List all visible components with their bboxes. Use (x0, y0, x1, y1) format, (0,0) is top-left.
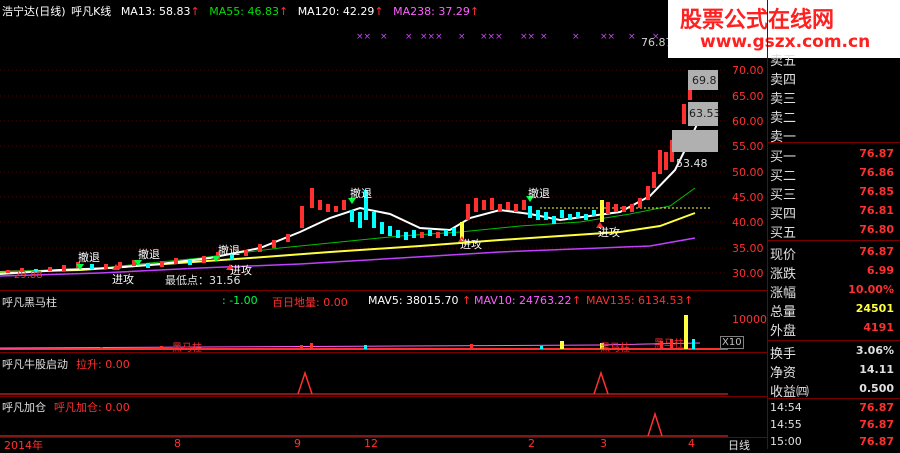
retreat-signal: 撤退 (218, 244, 240, 257)
left-price-label: 29.88 (14, 270, 43, 281)
stat-row: 净资 14.11 (768, 360, 900, 381)
sell-row[interactable]: 卖四 (768, 67, 900, 88)
price-axis-label: 35.00 (732, 242, 764, 255)
buy-price: 76.80 (859, 223, 894, 236)
volume-panel[interactable]: 呼凡黑马柱 : -1.00 百日地量: 0.00 MAV5: 38015.70 … (0, 291, 767, 354)
retreat-signal: 撤退 (350, 187, 372, 200)
stat-label: 收益㈣ (770, 385, 810, 400)
buy-row[interactable]: 买三 76.85 (768, 182, 900, 203)
quote-value: 6.99 (866, 264, 894, 277)
sell-row[interactable]: 卖一 (768, 124, 900, 145)
time-axis-tick: 9 (294, 437, 301, 450)
svg-text:××: ×× (356, 32, 371, 42)
price-axis-label: 30.00 (732, 267, 764, 280)
quote-value: 10.00% (848, 283, 894, 296)
quote-value: 24501 (855, 302, 894, 315)
tick-row: 14:55 76.87 (768, 417, 900, 433)
sell-row[interactable]: 卖三 (768, 86, 900, 107)
time-axis-tick: 4 (688, 437, 695, 450)
price-axis-label: 70.00 (732, 64, 764, 77)
time-axis-tick: 3 (600, 437, 607, 450)
svg-text:×: × (572, 32, 580, 42)
quote-row: 涨跌 6.99 (768, 261, 900, 282)
time-axis: 2014年 8 9 12 2 3 4 日线 (0, 437, 767, 452)
tick-price: 76.87 (859, 435, 894, 448)
tick-price: 76.87 (859, 401, 894, 414)
buy-price: 76.86 (859, 166, 894, 179)
watermark-title: 股票公式在线网 (680, 8, 835, 33)
indicator-panel-1[interactable]: 呼凡牛股启动 拉升: 0.00 (0, 353, 767, 396)
buy-row[interactable]: 买四 76.81 (768, 201, 900, 222)
time-axis-year: 2014年 (4, 439, 43, 452)
svg-text:×: × (458, 32, 466, 42)
svg-text:×: × (405, 32, 413, 42)
svg-text:××: ×× (600, 32, 615, 42)
time-axis-tick: 12 (364, 437, 378, 450)
svg-text:×××: ××× (480, 32, 503, 42)
retreat-signal: 撤退 (78, 251, 100, 264)
tick-time: 15:00 (770, 435, 802, 448)
svg-text:×: × (628, 32, 636, 42)
main-chart-panel[interactable]: 浩宁达(日线) 呼凡K线 MA13: 58.83↑ MA55: 46.83↑ M… (0, 0, 767, 290)
stat-value: 14.11 (859, 363, 894, 376)
svg-text:×: × (380, 32, 388, 42)
price-tag-53-48: 53.48 (676, 157, 708, 170)
price-axis-label: 45.00 (732, 191, 764, 204)
period-label[interactable]: 日线 (728, 437, 750, 453)
sell-row[interactable]: 卖二 (768, 105, 900, 126)
indicator-1-svg (0, 370, 728, 395)
tick-row: 14:54 76.87 (768, 400, 900, 416)
retreat-signal: 撤退 (138, 248, 160, 261)
buy-label: 买五 (770, 226, 797, 241)
tick-price: 76.87 (859, 418, 894, 431)
indicator-2-svg (0, 411, 728, 437)
attack-signal: 进攻 (230, 264, 252, 277)
quote-value: 76.87 (859, 245, 894, 258)
price-axis-label: 65.00 (732, 90, 764, 103)
volume-axis-label: 10000 (732, 313, 767, 326)
buy-price: 76.85 (859, 185, 894, 198)
price-tag-63-53: 63.53 (689, 107, 721, 120)
quote-row: 现价 76.87 (768, 242, 900, 263)
buy-price: 76.87 (859, 147, 894, 160)
heima-label: 黑马柱 (600, 343, 630, 354)
buy-row[interactable]: 买一 76.87 (768, 144, 900, 165)
price-axis-label: 40.00 (732, 216, 764, 229)
stat-value: 3.06% (855, 344, 894, 357)
tick-time: 14:54 (770, 401, 802, 414)
quote-row: 外盘 4191 (768, 318, 900, 339)
svg-text:××: ×× (520, 32, 535, 42)
price-axis-label: 50.00 (732, 166, 764, 179)
attack-signal: 进攻 (460, 238, 482, 251)
price-axis-label: 55.00 (732, 140, 764, 153)
sell-label: 卖一 (770, 130, 797, 145)
sell-row[interactable]: 卖五 (768, 48, 900, 69)
time-axis-tick: 2 (528, 437, 535, 450)
buy-row[interactable]: 买五 76.80 (768, 220, 900, 241)
attack-signal: 进攻 (598, 226, 620, 239)
price-tag-69-8: 69.8 (692, 74, 717, 87)
stat-row: 换手 3.06% (768, 341, 900, 362)
stat-value: 0.500 (859, 382, 894, 395)
volume-chart-svg (0, 315, 728, 350)
indicator-panel-2[interactable]: 呼凡加仓 呼凡加仓: 0.00 (0, 397, 767, 437)
quote-label: 外盘 (770, 324, 797, 339)
heima-label: 黑马柱 (172, 343, 202, 354)
attack-signal: 进攻 (112, 273, 134, 286)
tick-row: 15:00 76.87 (768, 434, 900, 449)
heima-label: 黑马柱 (654, 339, 684, 350)
volume-scale-label: X10 (720, 336, 744, 349)
quote-row: 总量 24501 (768, 299, 900, 320)
buy-price: 76.81 (859, 204, 894, 217)
retreat-signal: 撤退 (528, 187, 550, 200)
quote-row: 涨幅 10.00% (768, 280, 900, 301)
quote-value: 4191 (863, 321, 894, 334)
price-axis-label: 60.00 (732, 115, 764, 128)
tick-time: 14:55 (770, 418, 802, 431)
stat-row: 收益㈣ 0.500 (768, 379, 900, 400)
time-axis-tick: 8 (174, 437, 181, 450)
svg-text:×: × (540, 32, 548, 42)
svg-text:×××: ××× (420, 32, 443, 42)
buy-row[interactable]: 买二 76.86 (768, 163, 900, 184)
